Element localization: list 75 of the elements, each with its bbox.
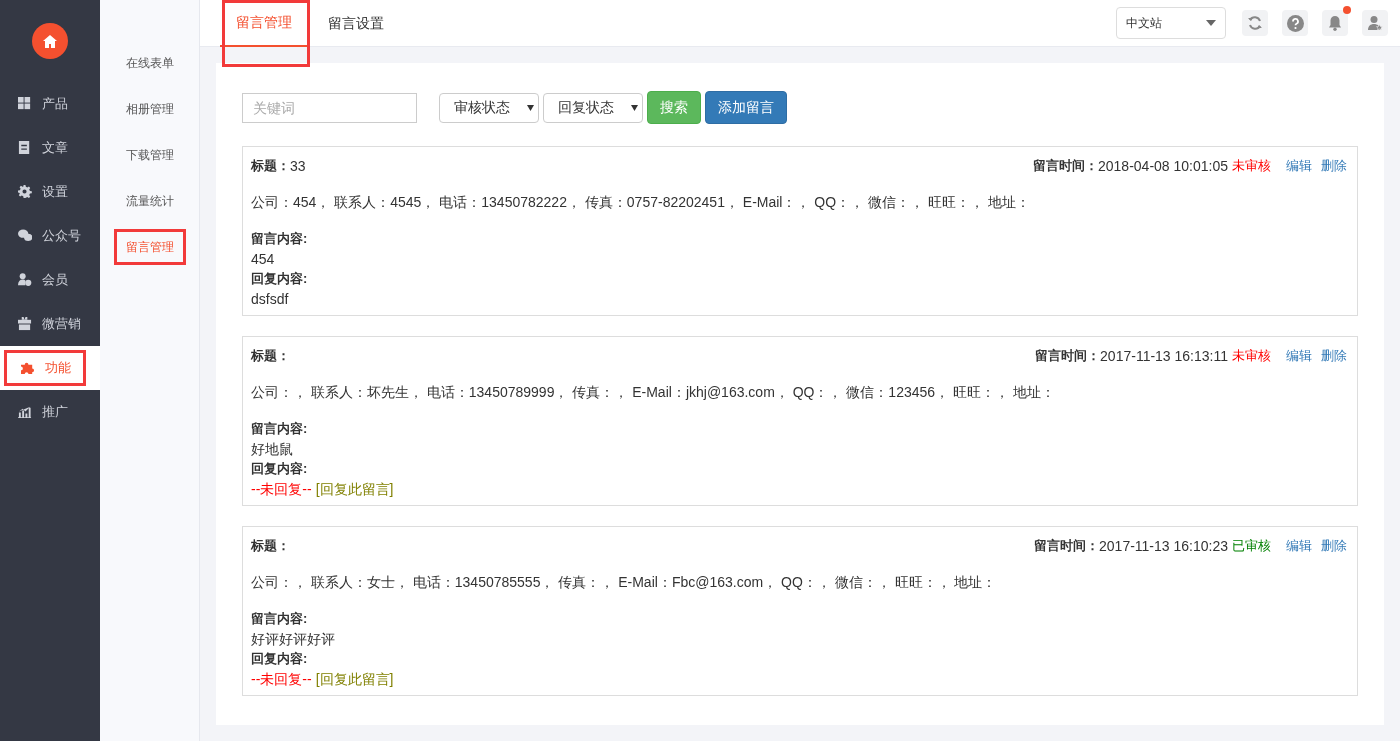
subnav-item[interactable]: 流量统计 bbox=[113, 183, 186, 219]
sidebar-item[interactable]: 公众号 bbox=[4, 218, 86, 254]
subnav-item[interactable]: 下载管理 bbox=[113, 137, 186, 173]
sidebar-item[interactable]: 会员 bbox=[4, 262, 86, 298]
account-button[interactable] bbox=[1362, 10, 1388, 36]
home-icon bbox=[43, 34, 57, 48]
contact-info: 公司：454， 联系人：4545， 电话：13450782222， 传真：0757-82202451， E-Mail：， QQ：， 微信：， 旺旺：， 地址： bbox=[251, 193, 1031, 212]
gear-icon bbox=[18, 185, 32, 199]
gift-icon bbox=[18, 317, 32, 331]
review-status: 已审核 bbox=[1232, 537, 1271, 556]
user-icon bbox=[18, 273, 32, 287]
time-label: 留言时间： bbox=[1034, 537, 1100, 556]
subnav-item[interactable]: 在线表单 bbox=[113, 45, 186, 81]
edit-link[interactable]: 编辑 bbox=[1286, 346, 1312, 366]
site-select[interactable]: 中文站 bbox=[1116, 7, 1226, 39]
review-status: 未审核 bbox=[1232, 347, 1271, 366]
subnav-item[interactable]: 相册管理 bbox=[113, 91, 186, 127]
review-status: 未审核 bbox=[1232, 157, 1271, 176]
message-time: 2017-11-13 16:13:11 bbox=[1100, 346, 1228, 366]
help-button[interactable] bbox=[1282, 10, 1308, 36]
reply-status-select[interactable]: 回复状态 bbox=[543, 92, 643, 123]
reply-content: dsfsdf bbox=[251, 290, 289, 309]
contact-info: 公司：， 联系人：坏先生， 电话：13450789999， 传真：， E-Mail：jkhj@163.com， QQ：， 微信：123456， 旺旺：， 地址： bbox=[251, 383, 1056, 402]
delete-link[interactable]: 删除 bbox=[1321, 156, 1347, 176]
refresh-button[interactable] bbox=[1242, 10, 1268, 36]
delete-link[interactable]: 删除 bbox=[1321, 536, 1347, 556]
time-label: 留言时间： bbox=[1035, 347, 1101, 366]
message-content: 454 bbox=[251, 250, 276, 269]
contact-info: 公司：， 联系人：女士， 电话：13450785555， 传真：， E-Mail：Fbc@163.com， QQ：， 微信：， 旺旺：， 地址： bbox=[251, 573, 998, 592]
sidebar-item[interactable]: 设置 bbox=[4, 174, 86, 210]
edit-link[interactable]: 编辑 bbox=[1286, 536, 1312, 556]
delete-link[interactable]: 删除 bbox=[1321, 346, 1347, 366]
title-label: 标题： bbox=[251, 537, 290, 556]
chart-icon bbox=[18, 405, 32, 419]
user-icon bbox=[1367, 15, 1383, 31]
content-label: 留言内容: bbox=[251, 230, 309, 248]
sidebar-item[interactable]: 微营销 bbox=[4, 306, 86, 342]
caret-icon bbox=[1206, 20, 1216, 26]
add-message-button[interactable]: 添加留言 bbox=[705, 91, 787, 124]
sidebar-item[interactable]: 推广 bbox=[4, 394, 86, 430]
sidebar-item[interactable]: 文章 bbox=[4, 130, 86, 166]
title-label: 标题： bbox=[251, 347, 290, 366]
chat-icon bbox=[18, 229, 32, 243]
review-status-select[interactable]: 审核状态 bbox=[439, 92, 539, 123]
keyword-field[interactable]: 关键词 bbox=[242, 92, 417, 123]
message-time: 2018-04-08 10:01:05 bbox=[1098, 156, 1228, 176]
sidebar-item[interactable]: 功能 bbox=[4, 350, 86, 386]
reply-label: 回复内容: bbox=[251, 650, 309, 668]
tab[interactable]: 留言管理 bbox=[220, 0, 308, 47]
help-icon bbox=[1286, 14, 1304, 32]
message-title: 33 bbox=[290, 156, 306, 176]
no-reply-text: --未回复-- bbox=[251, 480, 312, 499]
reply-label: 回复内容: bbox=[251, 270, 309, 288]
reply-link[interactable]: [回复此留言] bbox=[315, 669, 394, 689]
message-time: 2017-11-13 16:10:23 bbox=[1099, 536, 1228, 556]
refresh-icon bbox=[1247, 15, 1263, 31]
content-label: 留言内容: bbox=[251, 420, 309, 438]
caret-icon bbox=[527, 104, 534, 111]
doc-icon bbox=[18, 141, 32, 155]
puzzle-icon bbox=[21, 361, 35, 375]
reply-label: 回复内容: bbox=[251, 460, 309, 478]
caret-icon bbox=[631, 104, 638, 111]
no-reply-text: --未回复-- bbox=[251, 670, 312, 689]
edit-link[interactable]: 编辑 bbox=[1286, 156, 1312, 176]
grid-icon bbox=[18, 97, 32, 111]
reply-link[interactable]: [回复此留言] bbox=[315, 479, 394, 499]
content-label: 留言内容: bbox=[251, 610, 309, 628]
message-content: 好地鼠 bbox=[251, 440, 294, 459]
sidebar-item[interactable]: 产品 bbox=[4, 86, 86, 122]
bell-icon bbox=[1328, 15, 1342, 31]
title-label: 标题： bbox=[251, 157, 290, 176]
home-button[interactable] bbox=[32, 23, 68, 59]
tab[interactable]: 留言设置 bbox=[312, 0, 400, 47]
time-label: 留言时间： bbox=[1033, 157, 1098, 176]
message-content: 好评好评好评 bbox=[251, 630, 336, 649]
